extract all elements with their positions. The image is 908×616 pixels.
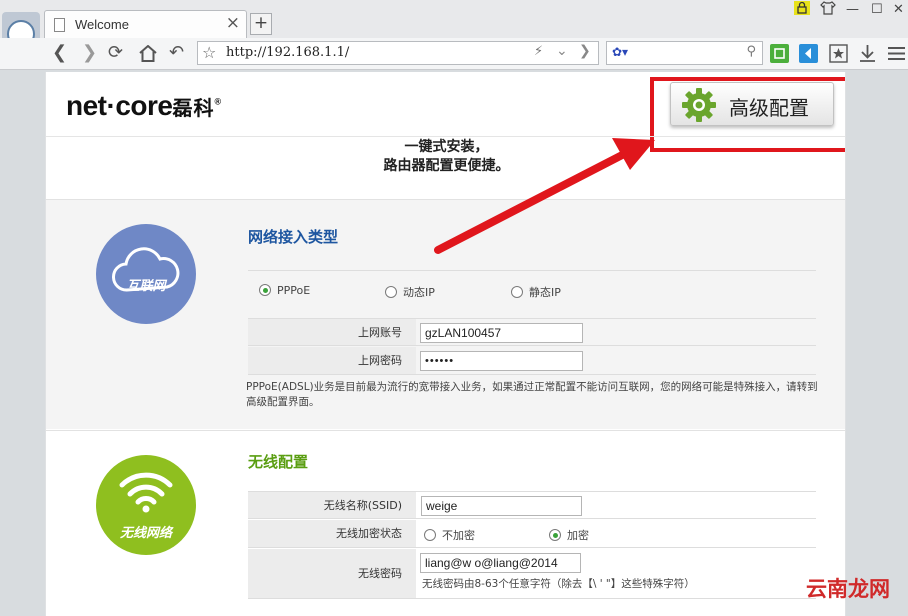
wireless-section-title: 无线配置	[248, 453, 309, 471]
tagline-line2: 路由器配置更便捷。	[383, 158, 510, 174]
radio-dynamic-ip[interactable]: 动态IP	[385, 284, 435, 300]
encryption-row: 无线加密状态 不加密 加密	[248, 520, 816, 548]
radio-dynamic-ip-label: 动态IP	[403, 286, 435, 299]
favorites-icon[interactable]	[829, 44, 848, 63]
download-icon[interactable]	[858, 44, 877, 63]
internet-badge-label: 互联网	[126, 279, 166, 294]
sidebar-toggle-icon[interactable]	[799, 44, 818, 63]
password-input[interactable]: ••••••	[420, 351, 583, 371]
pppoe-note: PPPoE(ADSL)业务是目前最为流行的宽带接入业务，如果通过正常配置不能访问…	[246, 381, 818, 408]
speed-mode-icon[interactable]: ⚡	[534, 44, 543, 59]
password-label: 上网密码	[248, 347, 416, 374]
lock-icon[interactable]	[794, 1, 810, 15]
radio-dot[interactable]	[385, 286, 397, 298]
window-close-button[interactable]: ✕	[893, 2, 904, 17]
browser-toolbar: ❮ ❯ ⟳ ↶ ☆ http://192.168.1.1/ ⚡ ⌄ ❯ ✿▾ ⚲	[0, 38, 908, 70]
brand-mark: ®	[214, 96, 221, 107]
new-tab-button[interactable]: +	[250, 13, 272, 35]
radio-no-encryption-label: 不加密	[442, 529, 475, 542]
refresh-icon[interactable]: ⟳	[108, 42, 123, 63]
brand-latin: net·core	[66, 90, 173, 121]
radio-dot[interactable]	[259, 284, 271, 296]
tab-welcome[interactable]: Welcome ×	[44, 10, 247, 38]
internet-badge: 互联网	[96, 224, 196, 324]
address-dropdown-icon[interactable]: ⌄	[556, 43, 568, 59]
router-setup-page: net·core磊科® 高级配置 一键式安装， 路由器配置更便捷。 互联网 网络…	[45, 72, 846, 616]
search-icon[interactable]: ⚲	[746, 44, 756, 59]
radio-dot[interactable]	[424, 529, 436, 541]
radio-static-ip[interactable]: 静态IP	[511, 284, 561, 300]
ssid-input[interactable]: weige	[421, 496, 582, 516]
wireless-badge-label: 无线网络	[119, 526, 172, 541]
encryption-label: 无线加密状态	[248, 520, 416, 547]
go-icon[interactable]: ❯	[579, 43, 591, 59]
home-icon[interactable]	[139, 45, 157, 62]
wifi-password-label: 无线密码	[248, 549, 416, 598]
radio-pppoe[interactable]: PPPoE	[259, 284, 310, 297]
tagline: 一键式安装， 路由器配置更便捷。	[46, 138, 845, 176]
screenshot-icon[interactable]	[770, 44, 789, 63]
tab-title: Welcome	[75, 17, 129, 32]
wifi-password-row: 无线密码 liang@w o@liang@2014 无线密码由8-63个任意字符…	[248, 549, 816, 599]
watermark: 云南龙网	[806, 577, 890, 601]
wan-section: 互联网 网络接入类型 PPPoE 动态IP 静态IP 上网账号 gzLAN100…	[46, 199, 845, 429]
forward-icon[interactable]: ❯	[82, 42, 97, 63]
back-icon[interactable]: ❮	[52, 42, 67, 63]
wifi-password-hint: 无线密码由8-63个任意字符（除去【\ ' "】这些特殊字符）	[422, 578, 695, 590]
minimize-button[interactable]: —	[846, 2, 859, 17]
wan-section-title: 网络接入类型	[248, 228, 339, 246]
password-row: 上网密码 ••••••	[248, 347, 816, 375]
radio-encryption[interactable]: 加密	[549, 527, 589, 543]
menu-icon[interactable]	[887, 44, 906, 63]
search-box[interactable]: ✿▾ ⚲	[606, 41, 763, 65]
wireless-badge: 无线网络	[96, 455, 196, 555]
wireless-section: 无线网络 无线配置 无线名称(SSID) weige 无线加密状态 不加密 加密…	[46, 430, 845, 616]
radio-no-encryption[interactable]: 不加密	[424, 527, 475, 543]
header-divider	[46, 136, 845, 137]
address-bar[interactable]: ☆ http://192.168.1.1/ ⚡ ⌄ ❯	[197, 41, 599, 65]
wifi-password-input[interactable]: liang@w o@liang@2014	[420, 553, 581, 573]
radio-dot[interactable]	[511, 286, 523, 298]
account-label: 上网账号	[248, 319, 416, 345]
wifi-icon	[119, 472, 173, 513]
wan-divider	[248, 270, 816, 271]
tagline-line1: 一键式安装，	[404, 139, 489, 155]
radio-pppoe-label: PPPoE	[277, 284, 311, 297]
maximize-button[interactable]: ☐	[871, 2, 883, 17]
browser-tab-bar: Welcome × + — ☐ ✕	[0, 0, 908, 56]
netcore-logo: net·core磊科®	[66, 90, 221, 122]
ssid-label: 无线名称(SSID)	[248, 492, 416, 518]
close-tab-icon[interactable]: ×	[226, 13, 240, 33]
search-engine-icon[interactable]: ✿▾	[612, 45, 628, 59]
undo-close-tab-icon[interactable]: ↶	[169, 42, 184, 63]
account-row: 上网账号 gzLAN100457	[248, 319, 816, 346]
document-icon	[54, 18, 65, 32]
address-url[interactable]: http://192.168.1.1/	[226, 45, 349, 60]
skin-shirt-icon[interactable]	[820, 1, 836, 15]
bookmark-star-icon[interactable]: ☆	[202, 43, 216, 62]
radio-encryption-label: 加密	[567, 529, 589, 542]
account-input[interactable]: gzLAN100457	[420, 323, 583, 343]
ssid-row: 无线名称(SSID) weige	[248, 492, 816, 519]
radio-static-ip-label: 静态IP	[529, 286, 561, 299]
radio-dot[interactable]	[549, 529, 561, 541]
brand-cn: 磊科	[172, 98, 215, 120]
